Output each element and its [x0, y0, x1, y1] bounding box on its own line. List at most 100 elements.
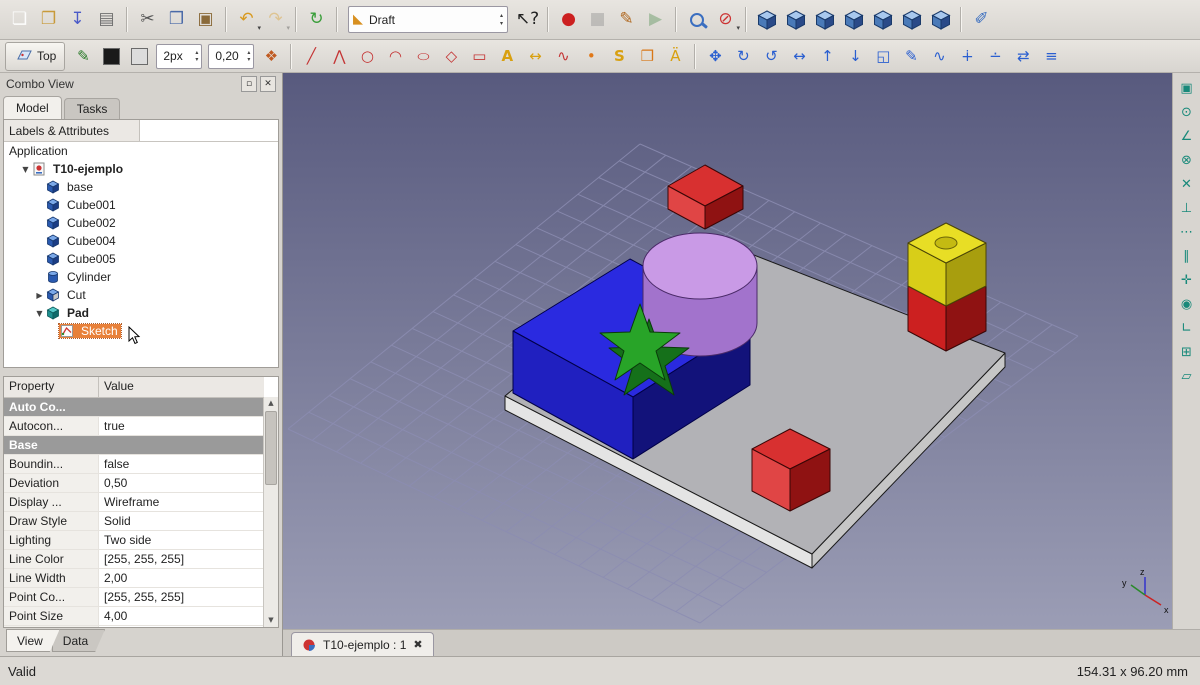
- view-rear[interactable]: [869, 6, 896, 33]
- 3d-view[interactable]: z y x: [283, 73, 1172, 629]
- tree-header[interactable]: Labels & Attributes: [4, 120, 140, 141]
- draft-circle[interactable]: ○: [354, 44, 380, 69]
- macro-edit[interactable]: ✎: [613, 6, 640, 33]
- snap-parallel-icon[interactable]: ∥: [1176, 246, 1198, 266]
- property-row-line-width[interactable]: Line Width2,00: [4, 569, 264, 588]
- new-file[interactable]: ❏: [6, 6, 33, 33]
- view-right[interactable]: [840, 6, 867, 33]
- snap-grid-icon[interactable]: ⊞: [1176, 342, 1198, 362]
- snap-perpendicular-icon[interactable]: ⊥: [1176, 198, 1198, 218]
- property-row-point-size[interactable]: Point Size4,00: [4, 607, 264, 626]
- view-isometric[interactable]: [753, 6, 780, 33]
- draft-bspline[interactable]: ∿: [550, 44, 576, 69]
- draft-polyline[interactable]: ⋀: [326, 44, 352, 69]
- working-plane-button[interactable]: Top: [5, 42, 65, 71]
- measure-distance[interactable]: ✐: [968, 6, 995, 33]
- float-panel-icon[interactable]: [241, 76, 257, 92]
- spinner-arrows-icon[interactable]: [500, 12, 503, 26]
- yellow-box-tower[interactable]: [908, 223, 986, 351]
- redo[interactable]: ↷: [262, 6, 289, 33]
- draft-layers[interactable]: ≡: [1038, 44, 1064, 69]
- close-tab-icon[interactable]: [413, 638, 422, 651]
- expander-open-icon[interactable]: ▼: [20, 165, 31, 174]
- draft-annotation-styles[interactable]: Ä: [662, 44, 688, 69]
- snap-working-plane-icon[interactable]: ▱: [1176, 366, 1198, 386]
- draft-offset[interactable]: ↺: [758, 44, 784, 69]
- property-column-header[interactable]: Property: [4, 377, 99, 397]
- property-row-boundin-[interactable]: Boundin...false: [4, 455, 264, 474]
- snap-angle-icon[interactable]: ∠: [1176, 126, 1198, 146]
- tree-item-cylinder[interactable]: Cylinder: [4, 268, 278, 286]
- scrollbar-thumb[interactable]: [265, 411, 277, 485]
- property-value[interactable]: false: [99, 455, 264, 473]
- property-value[interactable]: [255, 255, 255]: [99, 550, 264, 568]
- snap-special-icon[interactable]: ✛: [1176, 270, 1198, 290]
- view-left[interactable]: [927, 6, 954, 33]
- draft-wire-to-bspline[interactable]: ∿: [926, 44, 952, 69]
- dropdown-arrow-icon[interactable]: [736, 24, 740, 32]
- property-row-draw-style[interactable]: Draw StyleSolid: [4, 512, 264, 531]
- snap-center-icon[interactable]: ⊗: [1176, 150, 1198, 170]
- tree-item-cube002[interactable]: Cube002: [4, 214, 278, 232]
- view-front[interactable]: [782, 6, 809, 33]
- property-value[interactable]: 0,50: [99, 474, 264, 492]
- tree-item-application[interactable]: Application: [4, 142, 278, 160]
- tree-item-cube005[interactable]: Cube005: [4, 250, 278, 268]
- copy[interactable]: ❒: [163, 6, 190, 33]
- tree-item-cut[interactable]: ▶Cut: [4, 286, 278, 304]
- line-width-combo[interactable]: 2px: [156, 44, 202, 69]
- tree-item-pad[interactable]: ▼Pad: [4, 304, 278, 322]
- property-value[interactable]: true: [99, 626, 264, 628]
- property-value[interactable]: 4,00: [99, 607, 264, 625]
- open-file[interactable]: ❐: [35, 6, 62, 33]
- line-color-swatch[interactable]: [98, 44, 124, 69]
- save-file[interactable]: ↧: [64, 6, 91, 33]
- property-row-point-co-[interactable]: Point Co...[255, 255, 255]: [4, 588, 264, 607]
- paste[interactable]: ▣: [192, 6, 219, 33]
- property-row-display-[interactable]: Display ...Wireframe: [4, 493, 264, 512]
- draft-rotate[interactable]: ↻: [730, 44, 756, 69]
- draft-dimension[interactable]: ↔: [522, 44, 548, 69]
- tab-model[interactable]: Model: [3, 96, 62, 119]
- red-cube-back[interactable]: [668, 165, 743, 229]
- close-panel-icon[interactable]: [260, 76, 276, 92]
- expander-open-icon[interactable]: ▼: [34, 309, 45, 318]
- property-value[interactable]: Two side: [99, 531, 264, 549]
- snap-endpoint-icon[interactable]: ⊙: [1176, 102, 1198, 122]
- draft-downgrade[interactable]: ↓: [842, 44, 868, 69]
- spinner-arrows-icon[interactable]: [195, 49, 198, 63]
- print[interactable]: ▤: [93, 6, 120, 33]
- text-scale-combo[interactable]: 0,20: [208, 44, 254, 69]
- snap-extension-icon[interactable]: ⋯: [1176, 222, 1198, 242]
- property-value[interactable]: true: [99, 417, 264, 435]
- draft-arc[interactable]: ◠: [382, 44, 408, 69]
- draft-move[interactable]: ✥: [702, 44, 728, 69]
- property-row-deviation[interactable]: Deviation0,50: [4, 474, 264, 493]
- apply-style[interactable]: ❖: [258, 44, 284, 69]
- draft-scale[interactable]: ◱: [870, 44, 896, 69]
- value-column-header[interactable]: Value: [99, 377, 264, 397]
- dropdown-arrow-icon[interactable]: [257, 24, 261, 32]
- draft-ellipse[interactable]: ○: [410, 44, 436, 69]
- face-color-swatch[interactable]: [126, 44, 152, 69]
- expander-closed-icon[interactable]: ▶: [34, 291, 45, 300]
- spinner-arrows-icon[interactable]: [247, 49, 250, 63]
- tree-item-base[interactable]: base: [4, 178, 278, 196]
- view-bottom[interactable]: [898, 6, 925, 33]
- tree-item-t10-ejemplo[interactable]: ▼T10-ejemplo: [4, 160, 278, 178]
- clipping-plane[interactable]: ⊘: [712, 6, 739, 33]
- tab-view[interactable]: View: [6, 629, 60, 652]
- snap-ortho-icon[interactable]: ∟: [1176, 318, 1198, 338]
- autogroup[interactable]: ✎: [70, 44, 96, 69]
- zoom-fit[interactable]: [683, 6, 710, 33]
- property-row-autocon-[interactable]: Autocon...true: [4, 417, 264, 436]
- property-row-selecta-[interactable]: Selecta...true: [4, 626, 264, 628]
- macro-record[interactable]: ●: [555, 6, 582, 33]
- cut[interactable]: ✂: [134, 6, 161, 33]
- tree-item-cube001[interactable]: Cube001: [4, 196, 278, 214]
- property-scrollbar[interactable]: [263, 397, 278, 627]
- draft-add-point[interactable]: ∔: [954, 44, 980, 69]
- macro-stop[interactable]: ■: [584, 6, 611, 33]
- view-top[interactable]: [811, 6, 838, 33]
- snap-lock-icon[interactable]: ▣: [1176, 78, 1198, 98]
